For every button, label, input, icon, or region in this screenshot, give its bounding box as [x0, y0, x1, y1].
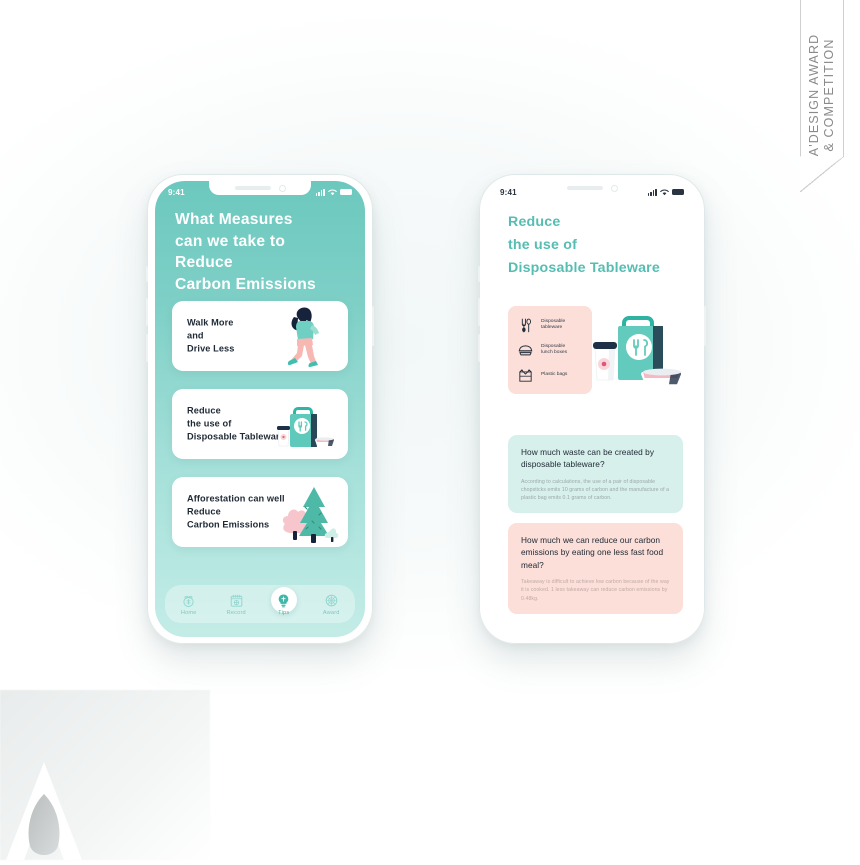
question-card-title: How much waste can be created by disposa…	[521, 447, 655, 470]
phone-one-headline: What Measures can we take to Reduce Carb…	[175, 211, 316, 293]
battery-icon	[340, 189, 352, 195]
question-card-waste[interactable]: How much waste can be created by disposa…	[508, 435, 683, 514]
lunchbox-icon	[518, 344, 533, 355]
question-card-title: How much we can reduce our carbon emissi…	[521, 535, 664, 570]
phone-volume-up-button[interactable]	[478, 298, 480, 326]
status-time: 9:41	[500, 187, 517, 197]
tab-award[interactable]: Award	[309, 592, 353, 616]
medal-award-icon	[325, 594, 338, 607]
disposable-item-label: Plastic bags	[541, 371, 568, 377]
award-ribbon-line2: & COMPETITION	[822, 38, 836, 151]
takeaway-bag-cup-bowl-illustration	[581, 300, 687, 400]
status-icons	[315, 188, 352, 196]
front-camera-icon	[278, 184, 286, 192]
cutlery-icon	[521, 318, 531, 332]
phone-power-button[interactable]	[372, 306, 374, 346]
phone-notch	[541, 181, 643, 195]
tab-tips[interactable]: Tips	[262, 592, 306, 616]
speaker-slot-icon	[566, 186, 603, 190]
measures-card-list: Walk More and Drive Less Reduce the use …	[172, 301, 348, 565]
a-logo-watermark	[4, 760, 100, 860]
phone-volume-down-button[interactable]	[478, 334, 480, 362]
battery-icon	[672, 189, 684, 195]
page-background: A'DESIGN AWARD & COMPETITION 9:41 What M…	[0, 0, 860, 860]
tab-label: Record	[226, 610, 246, 616]
phone-one-screen: 9:41 What Measures can we take to Reduce…	[155, 181, 365, 637]
tab-home[interactable]: Home	[167, 592, 211, 616]
phone-volume-down-button[interactable]	[146, 334, 148, 362]
question-card-fastfood[interactable]: How much we can reduce our carbon emissi…	[508, 523, 683, 614]
disposable-item-label: Disposable lunch boxes	[541, 343, 568, 355]
takeaway-bag-illustration	[264, 389, 340, 459]
phone-power-button[interactable]	[704, 306, 706, 346]
phone-two-headline: Reduce the use of Disposable Tableware	[508, 214, 660, 276]
status-time: 9:41	[168, 187, 185, 197]
award-ribbon-line1: A'DESIGN AWARD	[807, 33, 821, 156]
lightbulb-tips-icon	[278, 594, 289, 608]
question-card-body: Takeaway is difficult to achieve low car…	[521, 579, 670, 602]
award-ribbon-text: A'DESIGN AWARD & COMPETITION	[807, 33, 837, 155]
plastic-bag-icon	[519, 368, 532, 382]
tab-label: Home	[180, 610, 197, 616]
speaker-slot-icon	[234, 186, 271, 190]
status-icons	[647, 188, 684, 196]
phone-notch	[209, 181, 311, 195]
calendar-record-icon	[230, 594, 243, 607]
tab-record[interactable]: Record	[214, 592, 258, 616]
wifi-icon	[660, 189, 669, 195]
measure-card-walk[interactable]: Walk More and Drive Less	[172, 301, 348, 371]
home-icon	[183, 595, 194, 607]
disposable-item-label: Disposable tableware	[541, 318, 566, 330]
phone-mockup-two: 9:41 Reduce the use of Disposable Tablew…	[478, 174, 706, 644]
trees-illustration	[264, 477, 340, 547]
measure-card-tableware[interactable]: Reduce the use of Disposable Tableware	[172, 389, 348, 459]
disposable-items-panel: Disposable tableware Disposable lunch bo…	[508, 306, 592, 394]
signal-bars-icon	[647, 188, 657, 196]
front-camera-icon	[610, 184, 618, 192]
phone-side-button[interactable]	[146, 266, 148, 282]
measure-card-label: Walk More and Drive Less	[187, 317, 235, 354]
phone-two-screen: 9:41 Reduce the use of Disposable Tablew…	[487, 181, 697, 637]
tableware-illustration-row: Disposable tableware Disposable lunch bo…	[508, 306, 683, 394]
question-card-body: According to calculations, the use of a …	[521, 478, 670, 502]
phone-side-button[interactable]	[478, 266, 480, 282]
walking-woman-illustration	[264, 301, 340, 371]
phone-volume-up-button[interactable]	[146, 298, 148, 326]
phone-mockup-one: 9:41 What Measures can we take to Reduce…	[146, 174, 374, 644]
tab-label: Tips	[278, 610, 290, 616]
wifi-icon	[328, 189, 337, 195]
tab-label: Award	[322, 610, 340, 616]
signal-bars-icon	[315, 188, 325, 196]
bottom-tab-bar: Home Record Tips Award	[165, 585, 355, 623]
measure-card-afforestation[interactable]: Afforestation can well Reduce Carbon Emi…	[172, 477, 348, 547]
